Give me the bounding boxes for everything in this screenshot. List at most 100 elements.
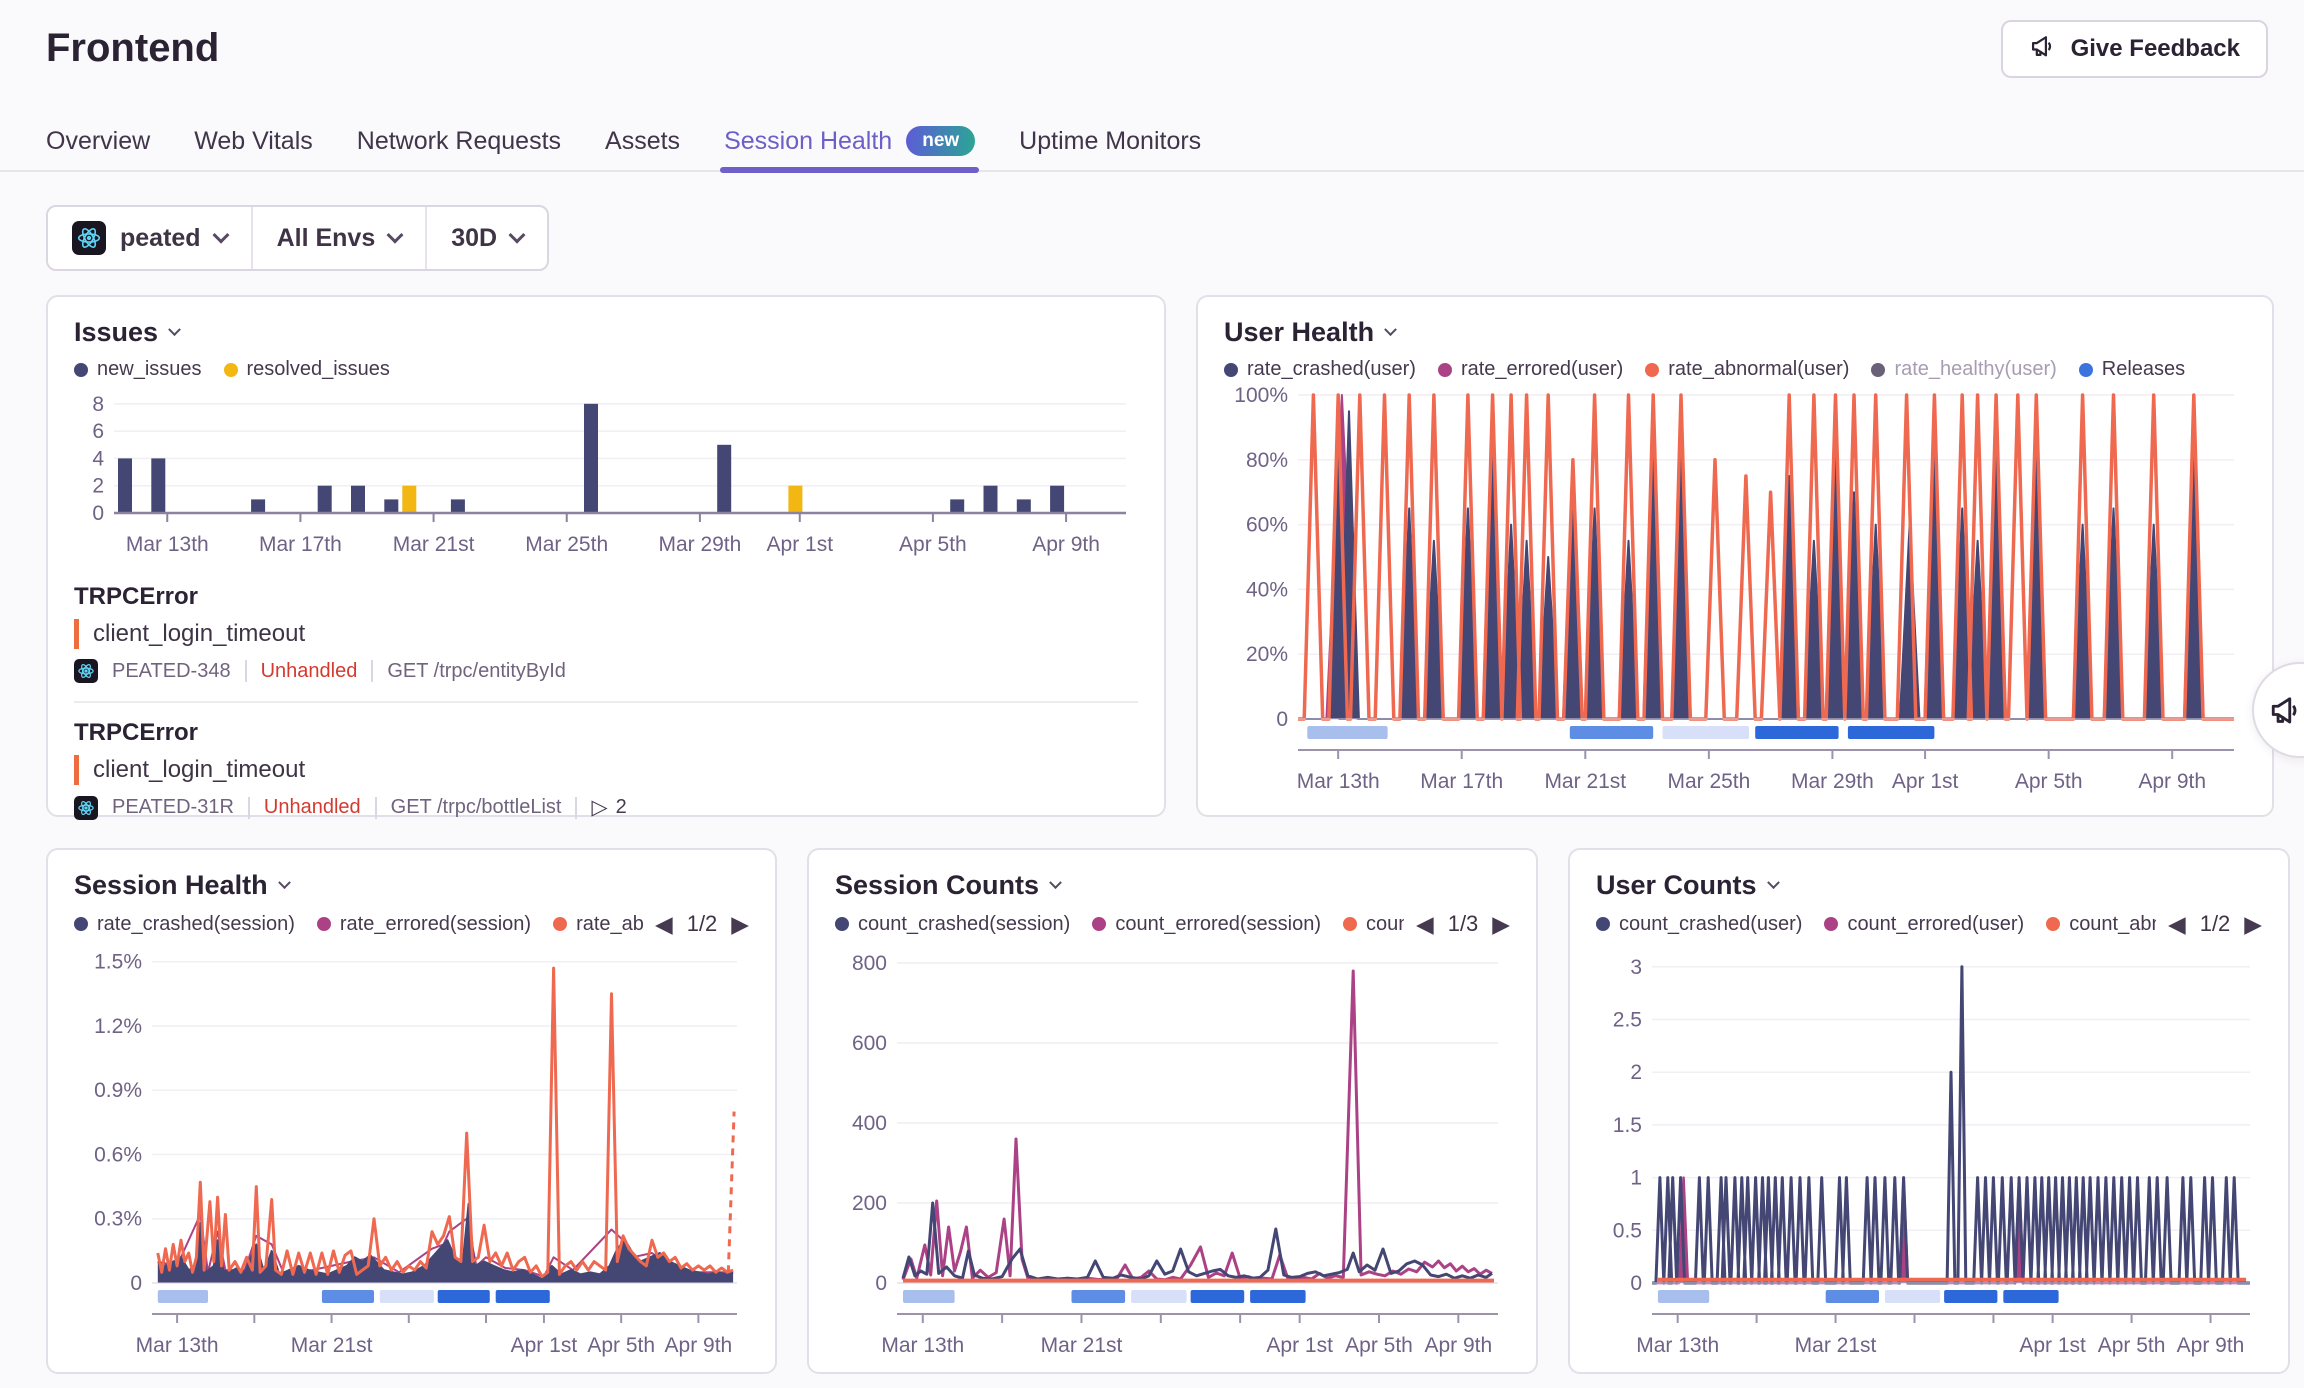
- chevron-down-icon: [1384, 323, 1397, 336]
- issues-bar-chart[interactable]: 02468Mar 13thMar 17thMar 21stMar 25thMar…: [74, 385, 1138, 567]
- user-health-widget-selector[interactable]: User Health: [1224, 317, 2246, 348]
- session-health-chart[interactable]: 00.3%0.6%0.9%1.2%1.5%Mar 13thMar 21stApr…: [74, 939, 749, 1359]
- date-range-selector[interactable]: 30D: [425, 207, 547, 269]
- svg-text:0.5: 0.5: [1613, 1219, 1642, 1242]
- issues-legend: new_issues resolved_issues: [74, 358, 390, 381]
- session-health-widget-selector[interactable]: Session Health: [74, 870, 749, 901]
- legend-item-rate-crashed[interactable]: rate_crashed(user): [1224, 358, 1416, 381]
- svg-text:Mar 13th: Mar 13th: [1297, 770, 1380, 793]
- legend-pager: ◀ 1/2 ▶: [2156, 911, 2262, 937]
- unhandled-tag: Unhandled: [264, 796, 361, 819]
- session-counts-chart[interactable]: 0200400600800Mar 13thMar 21stApr 1stApr …: [835, 939, 1510, 1359]
- user-health-legend: rate_crashed(user) rate_errored(user) ra…: [1224, 358, 2185, 381]
- legend-item-count-abnormal[interactable]: count_abnorm: [2046, 913, 2156, 936]
- page-indicator: 1/2: [687, 911, 718, 937]
- legend-item-count-crashed[interactable]: count_crashed(session): [835, 913, 1070, 936]
- legend-item-rate-errored[interactable]: rate_errored(session): [317, 913, 531, 936]
- issue-row[interactable]: TRPCError client_login_timeout PEATED-31…: [74, 719, 1138, 820]
- svg-text:8: 8: [92, 393, 104, 416]
- divider: [74, 701, 1138, 703]
- chevron-down-icon: [168, 323, 181, 336]
- legend-dot: [1224, 363, 1238, 377]
- session-counts-legend: count_crashed(session) count_errored(ses…: [835, 913, 1404, 936]
- divider: [245, 660, 247, 682]
- page-next-icon[interactable]: ▶: [1492, 913, 1510, 936]
- project-selector[interactable]: peated: [48, 207, 251, 269]
- svg-text:600: 600: [852, 1032, 887, 1055]
- issue-error-type[interactable]: TRPCError: [74, 719, 1138, 747]
- svg-text:Apr 9th: Apr 9th: [1032, 533, 1100, 556]
- svg-text:40%: 40%: [1246, 578, 1288, 601]
- date-range-value: 30D: [451, 224, 497, 253]
- user-health-chart[interactable]: 020%40%60%80%100%Mar 13thMar 17thMar 21s…: [1224, 383, 2246, 795]
- legend-item-new-issues[interactable]: new_issues: [74, 358, 202, 381]
- svg-text:20%: 20%: [1246, 643, 1288, 666]
- legend-dot: [74, 917, 88, 931]
- divider: [371, 660, 373, 682]
- svg-text:0: 0: [1630, 1272, 1642, 1295]
- legend-dot: [553, 917, 567, 931]
- legend-item-rate-crashed[interactable]: rate_crashed(session): [74, 913, 295, 936]
- svg-text:Mar 21st: Mar 21st: [1041, 1334, 1123, 1357]
- environment-selector[interactable]: All Envs: [251, 207, 426, 269]
- legend-pager: ◀ 1/3 ▶: [1404, 911, 1510, 937]
- legend-item-rate-healthy[interactable]: rate_healthy(user): [1871, 358, 2056, 381]
- issue-row[interactable]: TRPCError client_login_timeout PEATED-34…: [74, 583, 1138, 683]
- legend-dot: [1343, 917, 1357, 931]
- legend-item-count-errored[interactable]: count_errored(user): [1824, 913, 2024, 936]
- tab-network-requests[interactable]: Network Requests: [357, 112, 561, 170]
- svg-text:Apr 5th: Apr 5th: [899, 533, 967, 556]
- tab-uptime-monitors[interactable]: Uptime Monitors: [1019, 112, 1201, 170]
- divider: [575, 797, 577, 819]
- issue-error-type[interactable]: TRPCError: [74, 583, 1138, 611]
- issue-transaction: GET /trpc/entityById: [387, 660, 566, 683]
- page-prev-icon[interactable]: ◀: [655, 913, 673, 936]
- session-health-legend: rate_crashed(session) rate_errored(sessi…: [74, 913, 643, 936]
- svg-text:200: 200: [852, 1192, 887, 1215]
- panel-title: User Health: [1224, 317, 1374, 348]
- issue-message: client_login_timeout: [74, 755, 1138, 785]
- page-next-icon[interactable]: ▶: [731, 913, 749, 936]
- svg-text:1: 1: [1630, 1167, 1642, 1190]
- tab-assets[interactable]: Assets: [605, 112, 680, 170]
- legend-item-resolved-issues[interactable]: resolved_issues: [224, 358, 390, 381]
- new-badge: new: [906, 126, 975, 156]
- tab-bar: Overview Web Vitals Network Requests Ass…: [0, 112, 2304, 172]
- svg-text:100%: 100%: [1234, 384, 1288, 407]
- react-project-icon: [72, 221, 106, 255]
- give-feedback-button[interactable]: Give Feedback: [2001, 20, 2268, 78]
- svg-text:Mar 21st: Mar 21st: [393, 533, 475, 556]
- divider: [248, 797, 250, 819]
- page-indicator: 1/3: [1448, 911, 1479, 937]
- user-counts-panel: User Counts count_crashed(user) count_er…: [1568, 848, 2290, 1374]
- svg-text:Apr 1st: Apr 1st: [1892, 770, 1959, 793]
- page-prev-icon[interactable]: ◀: [1416, 913, 1434, 936]
- tab-web-vitals[interactable]: Web Vitals: [194, 112, 313, 170]
- legend-item-count-crashed[interactable]: count_crashed(user): [1596, 913, 1802, 936]
- legend-item-rate-errored[interactable]: rate_errored(user): [1438, 358, 1623, 381]
- tab-session-health[interactable]: Session Health new: [724, 112, 975, 170]
- session-counts-widget-selector[interactable]: Session Counts: [835, 870, 1510, 901]
- user-counts-chart[interactable]: 00.511.522.53Mar 13thMar 21stApr 1stApr …: [1596, 939, 2262, 1359]
- tab-overview[interactable]: Overview: [46, 112, 150, 170]
- svg-text:Apr 5th: Apr 5th: [2098, 1334, 2166, 1357]
- user-counts-widget-selector[interactable]: User Counts: [1596, 870, 2262, 901]
- svg-text:800: 800: [852, 952, 887, 975]
- svg-text:Apr 5th: Apr 5th: [587, 1334, 655, 1357]
- legend-item-count-errored[interactable]: count_errored(session): [1092, 913, 1321, 936]
- legend-item-count-abnormal[interactable]: count_a: [1343, 913, 1404, 936]
- legend-item-rate-abnormal[interactable]: rate_abnorm: [553, 913, 643, 936]
- legend-item-rate-abnormal[interactable]: rate_abnormal(user): [1645, 358, 1849, 381]
- svg-text:1.2%: 1.2%: [94, 1015, 142, 1038]
- page-next-icon[interactable]: ▶: [2244, 913, 2262, 936]
- svg-text:0.9%: 0.9%: [94, 1079, 142, 1102]
- legend-dot: [317, 917, 331, 931]
- svg-text:2.5: 2.5: [1613, 1009, 1642, 1032]
- svg-text:Mar 17th: Mar 17th: [259, 533, 342, 556]
- legend-item-releases[interactable]: Releases: [2079, 358, 2185, 381]
- megaphone-icon: [2029, 32, 2057, 67]
- page-prev-icon[interactable]: ◀: [2168, 913, 2186, 936]
- legend-dot: [2046, 917, 2060, 931]
- issues-widget-selector[interactable]: Issues: [74, 317, 1138, 348]
- replay-count[interactable]: ▷ 2: [591, 795, 626, 820]
